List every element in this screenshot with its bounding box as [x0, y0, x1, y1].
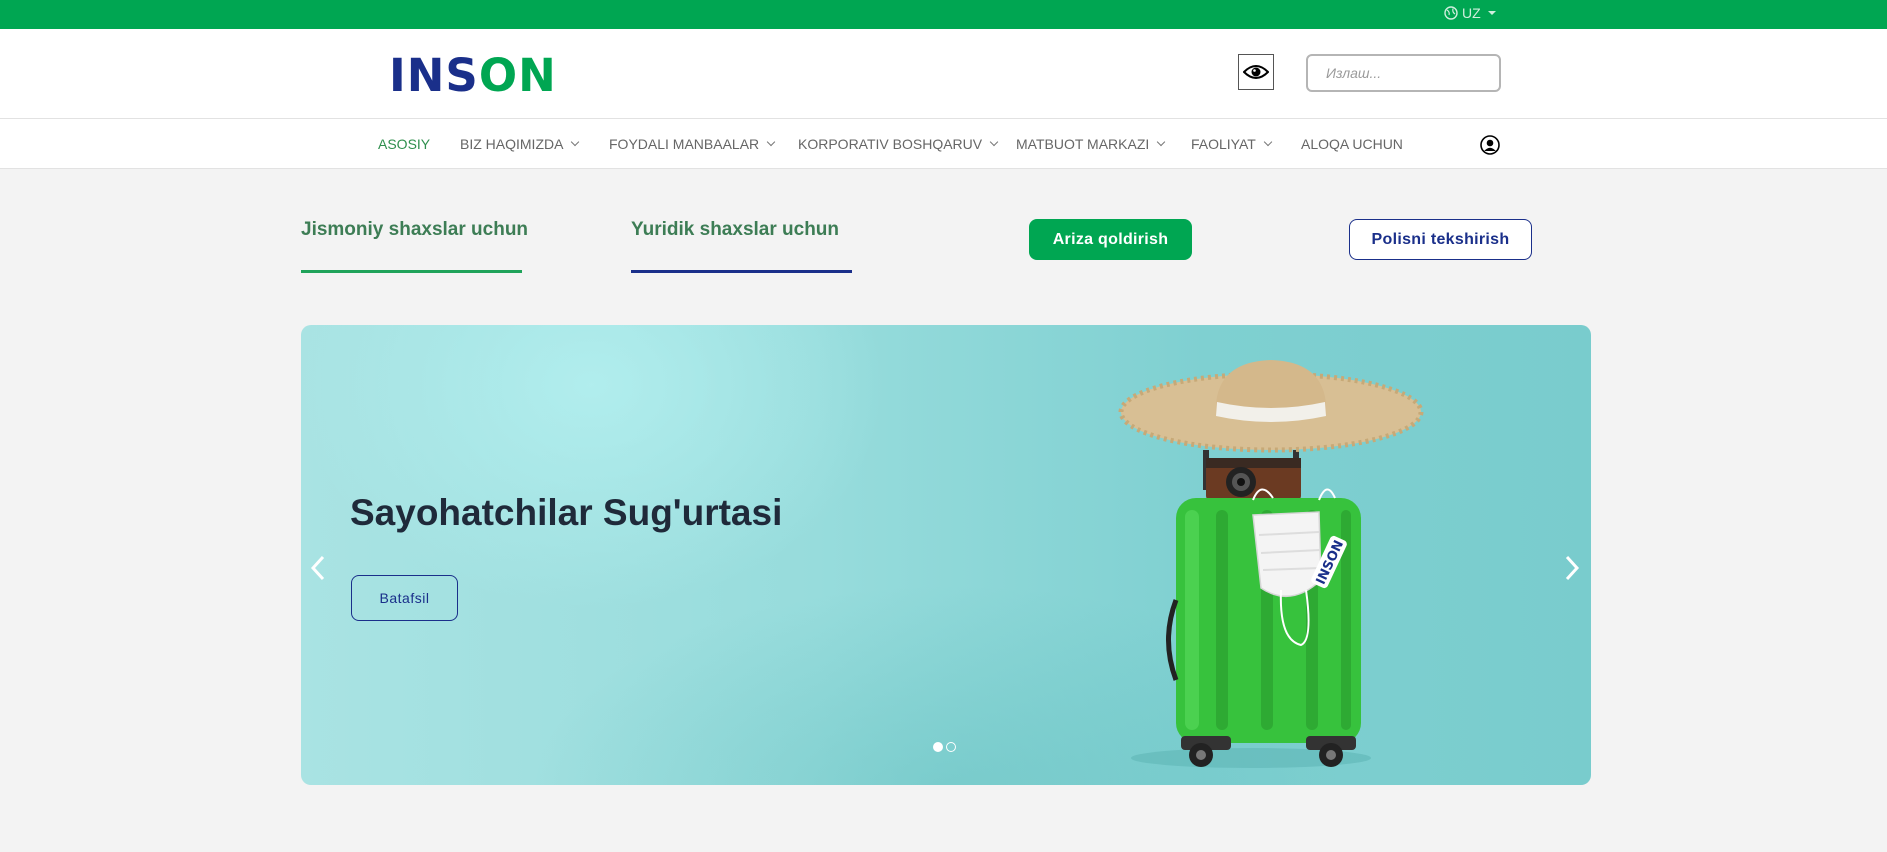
language-selector[interactable]: UZ	[1444, 3, 1496, 23]
submit-application-button[interactable]: Ariza qoldirish	[1029, 219, 1192, 260]
carousel-indicators	[933, 742, 956, 752]
chevron-down-icon	[766, 137, 776, 146]
nav-item-korporativ-boshqaruv[interactable]: KORPORATIV BOSHQARUV	[798, 119, 999, 168]
banner-title: Sayohatchilar Sug'urtasi	[350, 492, 783, 533]
tab-legal-entities[interactable]: Yuridik shaxslar uchun	[631, 219, 839, 241]
nav-item-faoliyat[interactable]: FAOLIYAT	[1191, 119, 1273, 168]
chevron-down-icon	[571, 137, 580, 146]
accessibility-toggle-button[interactable]	[1238, 54, 1274, 90]
travel-suitcase-illustration: INSON	[1118, 360, 1424, 768]
check-policy-button[interactable]: Polisni tekshirish	[1349, 219, 1532, 260]
user-account-icon[interactable]	[1480, 135, 1500, 155]
carousel-dot-2[interactable]	[946, 742, 956, 752]
nav-item-biz-haqimizda[interactable]: BIZ HAQIMIZDA	[460, 119, 580, 168]
hero-carousel: INSON Sayohatchilar Sug'urtasi Batafsil	[301, 325, 1591, 785]
top-bar: UZ	[0, 0, 1887, 29]
caret-down-icon	[1487, 11, 1496, 15]
carousel-prev-arrow-icon[interactable]	[308, 553, 328, 583]
carousel-dot-1[interactable]	[933, 742, 943, 752]
chevron-down-icon	[989, 137, 999, 146]
main-nav: ASOSIY BIZ HAQIMIZDA FOYDALI MANBAALAR K…	[0, 119, 1887, 169]
language-label: UZ	[1462, 5, 1481, 21]
chevron-down-icon	[1157, 137, 1166, 146]
chevron-down-icon	[1263, 137, 1273, 146]
nav-item-asosiy[interactable]: ASOSIY	[378, 119, 430, 168]
tab-legal-entities-underline	[631, 270, 852, 273]
carousel-next-arrow-icon[interactable]	[1562, 553, 1582, 583]
nav-item-matbuot-markazi[interactable]: MATBUOT MARKAZI	[1016, 119, 1166, 168]
search-input[interactable]	[1306, 54, 1501, 92]
eye-icon	[1243, 65, 1269, 79]
header: INSON	[0, 29, 1887, 119]
more-details-button[interactable]: Batafsil	[351, 575, 458, 621]
tab-individuals-underline	[301, 270, 522, 273]
globe-icon	[1444, 6, 1458, 20]
inson-logo[interactable]: INSON	[389, 51, 557, 101]
nav-item-aloqa-uchun[interactable]: ALOQA UCHUN	[1301, 119, 1403, 168]
nav-item-foydali-manbaalar[interactable]: FOYDALI MANBAALAR	[609, 119, 776, 168]
tab-individuals[interactable]: Jismoniy shaxslar uchun	[301, 219, 528, 241]
